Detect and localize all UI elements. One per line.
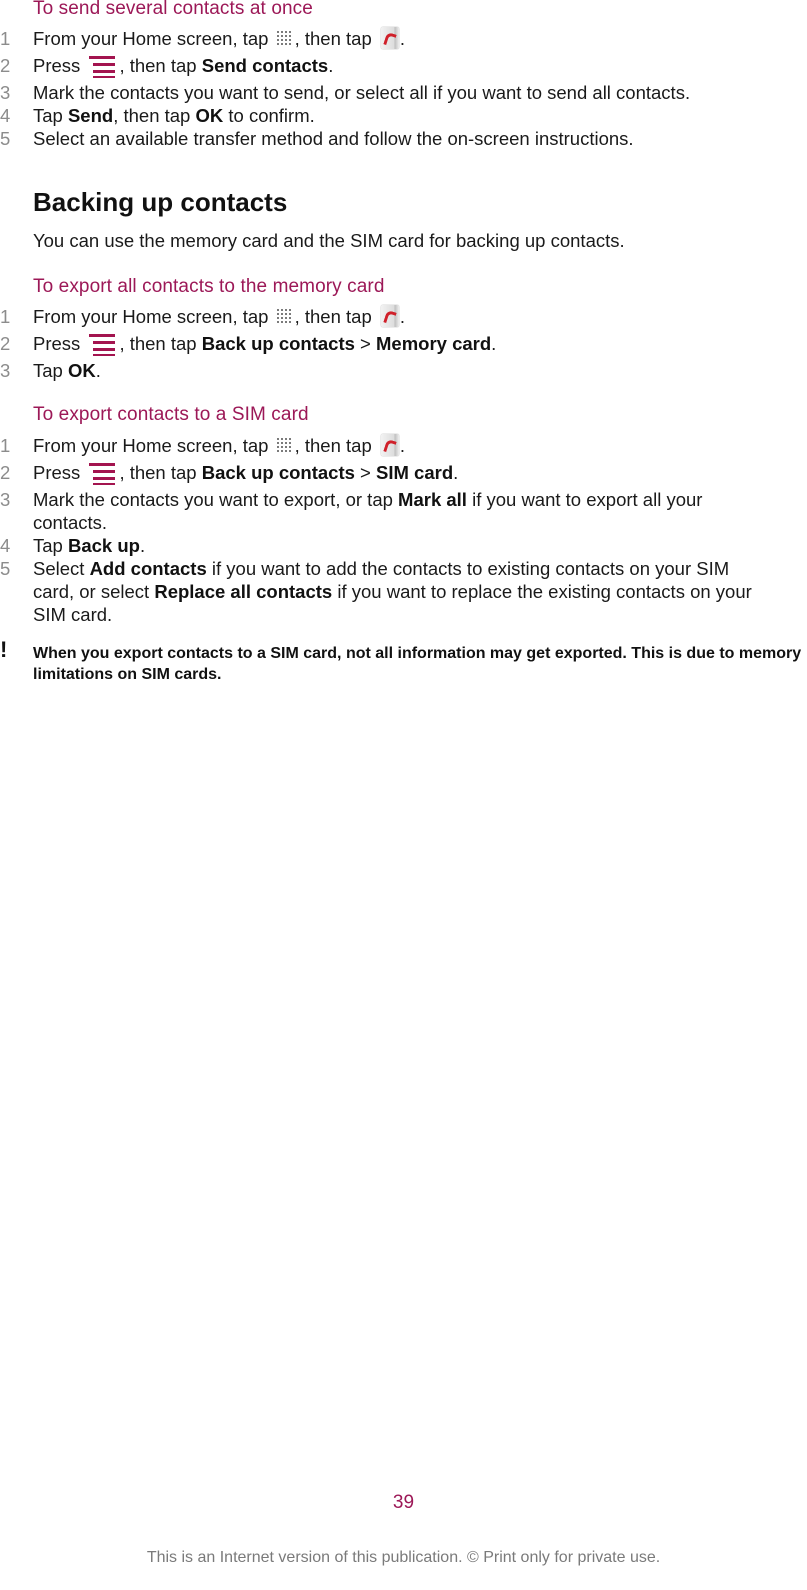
menu-key-icon xyxy=(87,332,117,357)
step-number: 5 xyxy=(0,128,11,149)
exclamation-icon: ! xyxy=(0,637,8,662)
step-number: 4 xyxy=(0,535,11,556)
step-number: 3 xyxy=(0,360,11,381)
page-number: 39 xyxy=(392,1492,415,1513)
procedure-title-export-memory-card: To export all contacts to the memory car… xyxy=(33,276,385,297)
step-number: 1 xyxy=(0,28,11,49)
procedure-title-send-contacts: To send several contacts at once xyxy=(33,0,313,19)
apps-grid-icon xyxy=(275,436,293,454)
step-number: 2 xyxy=(0,462,11,483)
step-number: 3 xyxy=(0,489,11,510)
menu-key-icon xyxy=(87,461,117,486)
step-number: 1 xyxy=(0,435,11,456)
contacts-app-icon xyxy=(380,27,399,50)
section-heading: Backing up contacts xyxy=(33,187,288,217)
contacts-app-icon xyxy=(380,305,399,328)
note-text: When you export contacts to a SIM card, … xyxy=(33,645,802,683)
step-number: 2 xyxy=(0,333,11,354)
step-number: 4 xyxy=(0,105,11,126)
contacts-app-icon xyxy=(380,434,399,457)
step-number: 1 xyxy=(0,306,11,327)
procedure-title-export-sim-card: To export contacts to a SIM card xyxy=(33,404,309,425)
menu-key-icon xyxy=(87,54,117,79)
apps-grid-icon xyxy=(275,307,293,325)
section-intro: You can use the memory card and the SIM … xyxy=(33,230,625,251)
apps-grid-icon xyxy=(275,29,293,47)
step-number: 2 xyxy=(0,55,11,76)
step-number: 3 xyxy=(0,82,11,103)
ui-term: Send contacts xyxy=(201,55,329,76)
footer-notice: This is an Internet version of this publ… xyxy=(146,1549,661,1566)
step-number: 5 xyxy=(0,558,11,579)
